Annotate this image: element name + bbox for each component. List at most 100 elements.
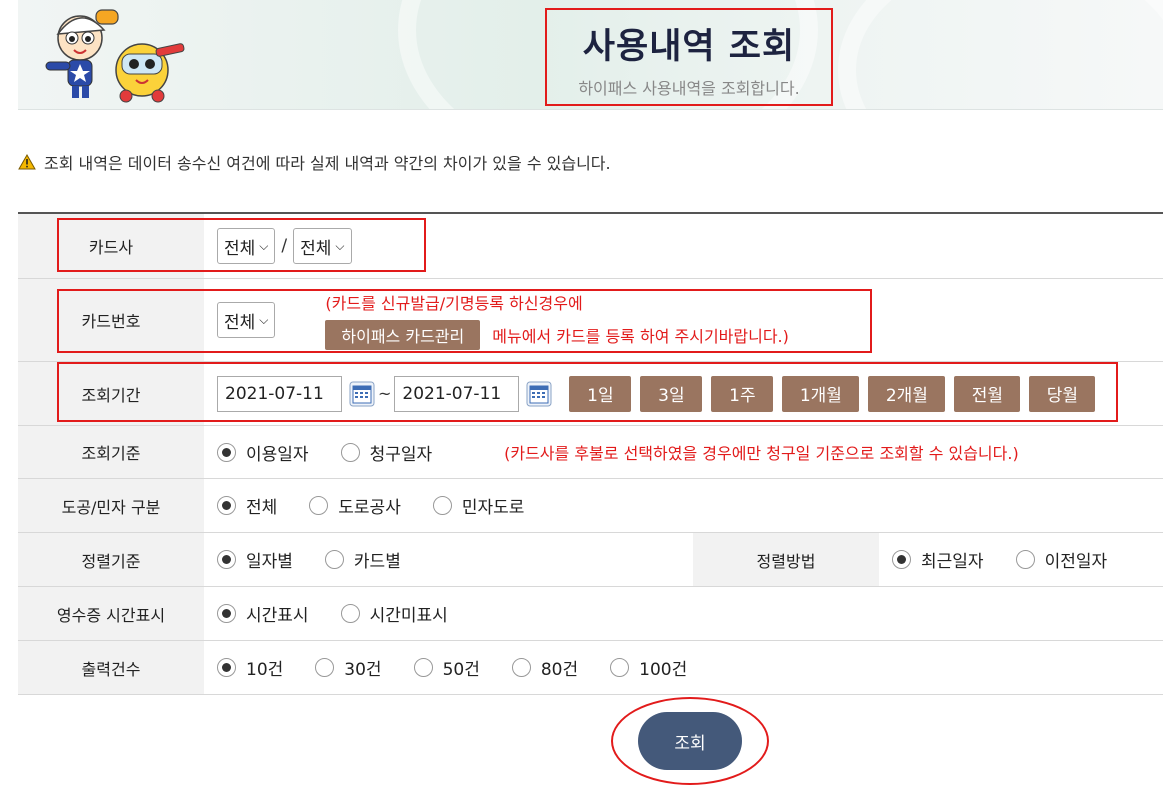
radio-hide-time-label: 시간미표시	[369, 606, 448, 626]
radio-sort-by-card-label: 카드별	[353, 552, 401, 572]
period-label: 조회기간	[18, 362, 204, 425]
card-number-note-line-2: 메뉴에서 카드를 등록 하여 주시기바랍니다.)	[492, 327, 789, 346]
card-number-select[interactable]: 전체 ⌵	[217, 302, 276, 338]
row-period: 조회기간 2021-07-11 ~ 2021-07-11 1일 3일 1주 1개…	[18, 362, 1163, 426]
radio-dot	[309, 496, 329, 515]
radio-road-all-label: 전체	[246, 498, 278, 518]
radio-sort-by-date[interactable]: 일자별	[217, 547, 293, 572]
period-button-1month[interactable]: 1개월	[782, 375, 860, 412]
radio-road-private[interactable]: 민자도로	[432, 493, 525, 518]
card-number-label: 카드번호	[18, 279, 204, 361]
card-company-label: 카드사	[18, 214, 204, 278]
period-button-3days[interactable]: 3일	[640, 375, 703, 412]
period-tilde: ~	[378, 384, 392, 403]
radio-show-time-label: 시간표시	[246, 606, 309, 626]
radio-sort-oldest[interactable]: 이전일자	[1015, 547, 1107, 572]
row-basis: 조회기준 이용일자 청구일자 (카드사를 후불로 선택하였을 경우에만 청구일 …	[18, 426, 1163, 479]
row-sort: 정렬기준 일자별 카드별 정렬방법 최근일자 이전일자	[18, 533, 1163, 587]
radio-dot	[324, 550, 344, 569]
radio-dot	[217, 604, 236, 623]
notice-text: 조회 내역은 데이터 송수신 여건에 따라 실제 내역과 약간의 차이가 있을 …	[44, 154, 611, 173]
period-value: 2021-07-11 ~ 2021-07-11 1일 3일 1주 1개월 2개월…	[204, 362, 1163, 425]
page-banner: 사용내역 조회 하이패스 사용내역을 조회합니다.	[18, 0, 1163, 110]
radio-dot	[511, 658, 531, 677]
highlight-submit: 조회	[611, 697, 769, 785]
radio-count-80-label: 80건	[540, 660, 579, 680]
receipt-time-value: 시간표시 시간미표시	[204, 587, 1163, 640]
start-date-input[interactable]: 2021-07-11	[217, 375, 342, 412]
radio-dot	[610, 658, 630, 677]
chevron-down-icon: ⌵	[335, 238, 345, 253]
search-form: 카드사 전체 ⌵ / 전체 ⌵ 카드번호 전체 ⌵ (카드를 신규발급/기명등록…	[18, 212, 1163, 695]
period-button-2months[interactable]: 2개월	[868, 375, 946, 412]
radio-dot	[892, 550, 911, 569]
output-count-label: 출력건수	[18, 641, 204, 694]
search-button[interactable]: 조회	[638, 712, 742, 770]
card-company-value: 전체 ⌵ / 전체 ⌵	[204, 214, 1163, 278]
basis-value: 이용일자 청구일자 (카드사를 후불로 선택하였을 경우에만 청구일 기준으로 …	[204, 426, 1163, 478]
period-button-1week[interactable]: 1주	[711, 375, 774, 412]
radio-usage-date-label: 이용일자	[246, 444, 309, 465]
sort-order-label: 정렬방법	[693, 533, 879, 586]
calendar-icon[interactable]	[526, 381, 552, 407]
radio-usage-date[interactable]: 이용일자	[217, 440, 309, 465]
road-type-value: 전체 도로공사 민자도로	[204, 479, 1163, 532]
radio-dot	[340, 604, 360, 623]
radio-count-50[interactable]: 50건	[413, 655, 480, 680]
radio-billing-date[interactable]: 청구일자	[340, 440, 433, 465]
radio-road-all[interactable]: 전체	[217, 493, 277, 518]
radio-road-expressway-label: 도로공사	[338, 498, 401, 518]
radio-sort-by-card[interactable]: 카드별	[324, 547, 401, 572]
radio-road-private-label: 민자도로	[461, 498, 525, 518]
hipass-card-manage-button[interactable]: 하이패스 카드관리	[325, 320, 481, 350]
page-subtitle: 하이패스 사용내역을 조회합니다.	[578, 79, 800, 98]
road-type-label: 도공/민자 구분	[18, 479, 204, 532]
radio-dot	[217, 496, 236, 515]
radio-dot	[217, 658, 236, 677]
radio-dot	[413, 658, 433, 677]
card-number-note-line-1: (카드를 신규발급/기명등록 하신경우에	[325, 294, 583, 313]
radio-sort-recent[interactable]: 최근일자	[892, 547, 984, 572]
card-number-note: (카드를 신규발급/기명등록 하신경우에 하이패스 카드관리 메뉴에서 카드를 …	[325, 290, 789, 350]
radio-dot	[432, 496, 452, 515]
row-road-type: 도공/민자 구분 전체 도로공사 민자도로	[18, 479, 1163, 533]
radio-count-10-label: 10건	[246, 660, 284, 680]
mascot-logo	[45, 9, 185, 103]
period-button-1day[interactable]: 1일	[569, 375, 632, 412]
radio-count-30[interactable]: 30건	[315, 655, 382, 680]
radio-count-100-label: 100건	[639, 660, 688, 680]
output-count-value: 10건 30건 50건 80건 100건	[204, 641, 1163, 694]
radio-road-expressway[interactable]: 도로공사	[309, 493, 401, 518]
radio-sort-by-date-label: 일자별	[246, 552, 293, 572]
radio-dot	[217, 442, 236, 462]
sort-basis-label: 정렬기준	[18, 533, 204, 586]
end-date-input[interactable]: 2021-07-11	[394, 375, 520, 412]
card-number-note-row: 하이패스 카드관리 메뉴에서 카드를 등록 하여 주시기바랍니다.)	[325, 320, 789, 350]
radio-sort-recent-label: 최근일자	[921, 552, 984, 572]
period-button-last-month[interactable]: 전월	[954, 375, 1021, 412]
basis-note: (카드사를 후불로 선택하였을 경우에만 청구일 기준으로 조회할 수 있습니다…	[504, 444, 1019, 463]
radio-count-10[interactable]: 10건	[217, 655, 283, 680]
radio-dot	[1015, 550, 1035, 569]
radio-count-100[interactable]: 100건	[610, 655, 687, 680]
radio-count-80[interactable]: 80건	[511, 655, 579, 680]
receipt-time-label: 영수증 시간표시	[18, 587, 204, 640]
period-button-this-month[interactable]: 당월	[1029, 375, 1096, 412]
card-number-value: 전체 ⌵ (카드를 신규발급/기명등록 하신경우에 하이패스 카드관리 메뉴에서…	[204, 279, 1163, 361]
radio-count-30-label: 30건	[344, 660, 382, 680]
chevron-down-icon: ⌵	[259, 312, 269, 327]
radio-billing-date-label: 청구일자	[369, 444, 433, 465]
row-card-number: 카드번호 전체 ⌵ (카드를 신규발급/기명등록 하신경우에 하이패스 카드관리…	[18, 279, 1163, 362]
sort-order-value: 최근일자 이전일자	[879, 533, 1163, 586]
card-company-select-2-value: 전체	[300, 238, 332, 259]
card-company-select-2[interactable]: 전체 ⌵	[293, 228, 352, 264]
radio-hide-time[interactable]: 시간미표시	[340, 601, 448, 626]
radio-dot	[340, 442, 360, 462]
card-number-select-value: 전체	[224, 312, 256, 333]
card-company-select-1[interactable]: 전체 ⌵	[217, 228, 276, 264]
radio-show-time[interactable]: 시간표시	[217, 601, 309, 626]
radio-count-50-label: 50건	[442, 660, 480, 680]
basis-label: 조회기준	[18, 426, 204, 478]
row-output-count: 출력건수 10건 30건 50건 80건 100건	[18, 641, 1163, 695]
calendar-icon[interactable]	[349, 381, 375, 407]
